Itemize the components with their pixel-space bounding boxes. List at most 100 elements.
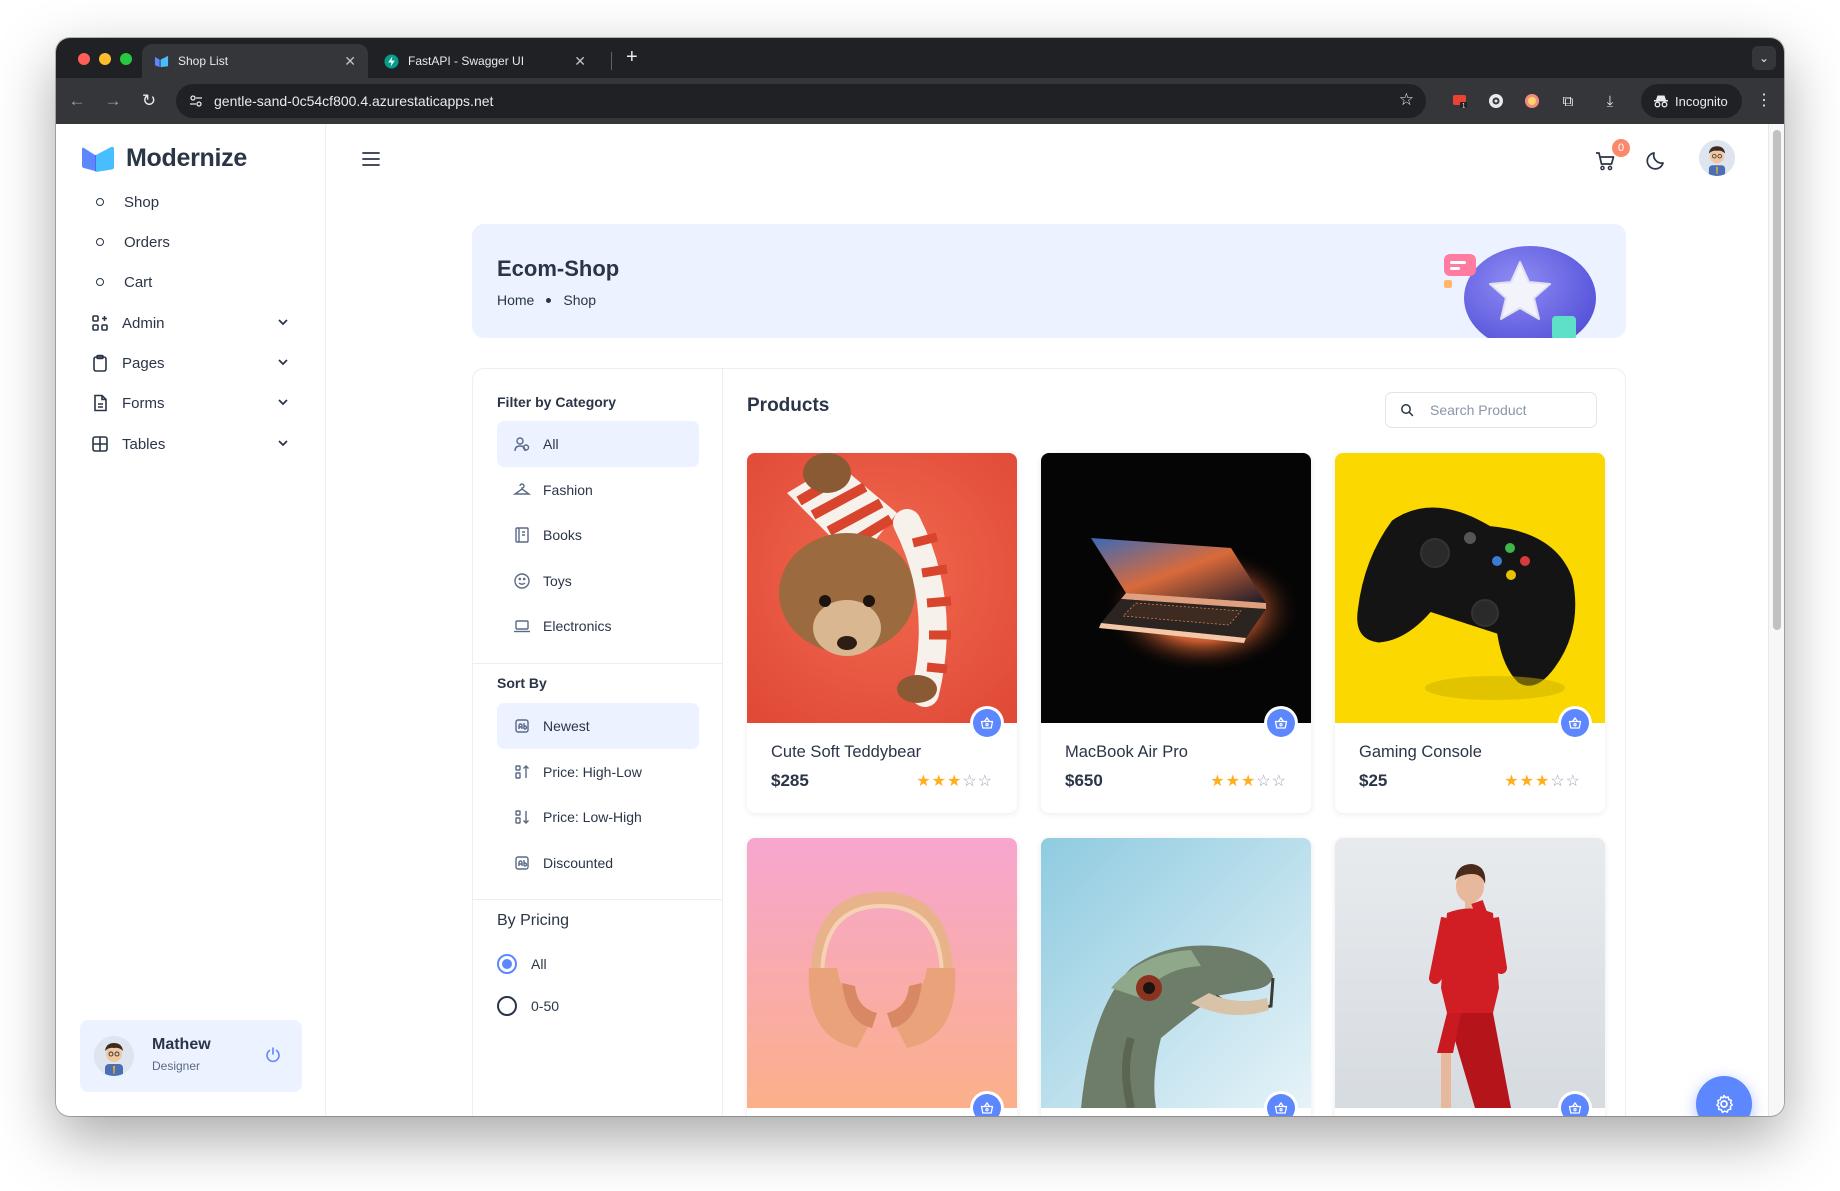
minimize-window-button[interactable] (99, 53, 111, 65)
sort-discounted[interactable]: Discounted (497, 840, 699, 886)
new-tab-icon[interactable]: + (626, 46, 638, 69)
filter-label: Electronics (543, 618, 612, 634)
sidebar-item-label: Admin (122, 314, 165, 332)
chevron-down-icon (278, 319, 288, 326)
basket-icon (1568, 1101, 1582, 1114)
product-image[interactable] (1335, 453, 1605, 723)
brand-logo[interactable]: Modernize (80, 144, 247, 173)
hamburger-menu-icon[interactable] (360, 148, 382, 170)
sidebar-item-cart[interactable]: Cart (80, 262, 302, 302)
apps-icon (90, 313, 110, 333)
tab-separator (611, 52, 612, 70)
filter-category-all[interactable]: All (497, 421, 699, 467)
hanger-icon (513, 481, 531, 499)
sidebar-item-tables[interactable]: Tables (80, 424, 302, 464)
filter-category-electronics[interactable]: Electronics (497, 603, 699, 649)
bookmark-star-icon[interactable]: ☆ (1399, 90, 1414, 110)
sidebar-item-pages[interactable]: Pages (80, 343, 302, 383)
tab-shop-list[interactable]: Shop List ✕ (142, 44, 368, 78)
moon-icon[interactable] (1646, 149, 1668, 171)
product-image[interactable] (747, 838, 1017, 1108)
incognito-indicator[interactable]: Incognito (1641, 84, 1742, 118)
sidebar-item-label: Forms (122, 394, 165, 412)
avatar[interactable] (94, 1036, 134, 1076)
scrollbar-thumb[interactable] (1773, 130, 1781, 630)
sort-price-low-high[interactable]: Price: Low-High (497, 794, 699, 840)
cart-icon[interactable] (1594, 150, 1616, 172)
product-card[interactable] (747, 838, 1017, 1116)
pricing-option-all[interactable]: All (497, 954, 547, 974)
forward-icon[interactable]: → (100, 88, 126, 114)
filter-divider (473, 663, 723, 664)
star-empty-icon: ☆ (962, 773, 978, 790)
add-to-cart-button[interactable] (973, 709, 1001, 737)
extensions-puzzle-icon[interactable]: ⧉ (1558, 91, 1578, 111)
product-image[interactable] (1041, 838, 1311, 1108)
close-tab-icon[interactable]: ✕ (344, 53, 356, 70)
sort-newest[interactable]: Newest (497, 703, 699, 749)
product-card[interactable]: Gaming Console $25 ★★★☆☆ (1335, 453, 1605, 813)
breadcrumb-home[interactable]: Home (497, 292, 534, 308)
power-icon[interactable] (264, 1046, 282, 1064)
add-to-cart-button[interactable] (973, 1094, 1001, 1116)
sort-price-high-low[interactable]: Price: High-Low (497, 749, 699, 795)
star-filled-icon: ★ (1225, 773, 1241, 790)
star-filled-icon: ★ (931, 773, 947, 790)
product-image[interactable] (747, 453, 1017, 723)
star-filled-icon: ★ (1210, 773, 1226, 790)
add-to-cart-button[interactable] (1561, 1094, 1589, 1116)
star-empty-icon: ☆ (1565, 773, 1581, 790)
basket-icon (980, 716, 994, 729)
filter-label: Books (543, 527, 582, 543)
shop-card: Filter by Category All Fashion Books Toy… (472, 368, 1626, 1116)
close-tab-icon[interactable]: ✕ (574, 53, 586, 70)
product-card[interactable] (1335, 838, 1605, 1116)
url-text: gentle-sand-0c54cf800.4.azurestaticapps.… (214, 93, 494, 109)
radio-button[interactable] (497, 954, 517, 974)
browser-toolbar: ← → ↻ gentle-sand-0c54cf800.4.azurestati… (56, 78, 1784, 124)
settings-button[interactable] (1696, 1076, 1752, 1116)
product-card[interactable] (1041, 838, 1311, 1116)
sidebar-item-admin[interactable]: Admin (80, 303, 302, 343)
tab-fastapi[interactable]: FastAPI - Swagger UI ✕ (372, 44, 598, 78)
sidebar-item-shop[interactable]: Shop (80, 182, 302, 222)
profile-role: Designer (152, 1059, 201, 1073)
product-card[interactable]: MacBook Air Pro $650 ★★★☆☆ (1041, 453, 1311, 813)
sidebar-item-label: Orders (124, 233, 170, 251)
product-image[interactable] (1041, 453, 1311, 723)
back-icon[interactable]: ← (64, 88, 90, 114)
sidebar-item-forms[interactable]: Forms (80, 383, 302, 423)
header-avatar[interactable] (1699, 140, 1735, 176)
maximize-window-button[interactable] (120, 53, 132, 65)
extension-globe-icon[interactable] (1486, 91, 1506, 111)
page-scrollbar[interactable] (1768, 124, 1784, 1116)
add-to-cart-button[interactable] (1561, 709, 1589, 737)
filter-category-books[interactable]: Books (497, 512, 699, 558)
mood-smile-icon (513, 572, 531, 590)
site-settings-icon[interactable] (186, 91, 206, 111)
chevron-down-icon (278, 359, 288, 366)
filter-category-fashion[interactable]: Fashion (497, 467, 699, 513)
tab-search-icon[interactable]: ⌄ (1752, 46, 1776, 70)
extension-color-icon[interactable] (1522, 91, 1542, 111)
sort-desc-icon (513, 763, 531, 781)
reload-icon[interactable]: ↻ (136, 88, 162, 114)
extension-red-icon[interactable]: 1 (1450, 91, 1470, 111)
incognito-label: Incognito (1675, 93, 1728, 109)
add-to-cart-button[interactable] (1267, 1094, 1295, 1116)
sidebar-item-orders[interactable]: Orders (80, 222, 302, 262)
filter-divider (473, 899, 723, 900)
search-input[interactable] (1430, 402, 1580, 418)
filter-category-toys[interactable]: Toys (497, 558, 699, 604)
search-box[interactable] (1385, 392, 1597, 428)
address-bar[interactable]: gentle-sand-0c54cf800.4.azurestaticapps.… (176, 84, 1426, 118)
radio-button[interactable] (497, 996, 517, 1016)
product-image[interactable] (1335, 838, 1605, 1108)
add-to-cart-button[interactable] (1267, 709, 1295, 737)
downloads-icon[interactable]: ⤓ (1600, 91, 1620, 111)
tab-bar: Shop List ✕ FastAPI - Swagger UI ✕ + ⌄ (56, 38, 1784, 78)
product-card[interactable]: Cute Soft Teddybear $285 ★★★☆☆ (747, 453, 1017, 813)
close-window-button[interactable] (78, 53, 90, 65)
browser-menu-icon[interactable]: ⋮ (1756, 90, 1772, 110)
pricing-option-0-50[interactable]: 0-50 (497, 996, 559, 1016)
